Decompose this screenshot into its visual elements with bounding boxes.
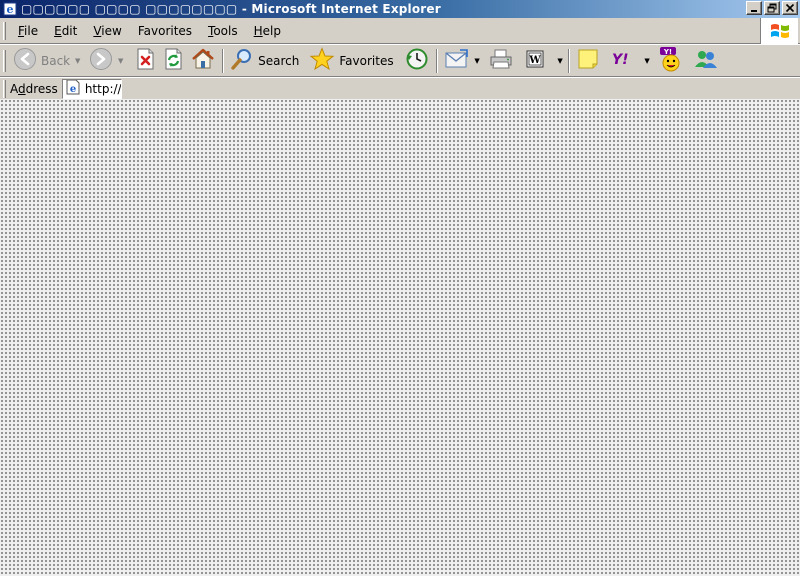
word-edit-icon: W	[523, 47, 547, 74]
menu-edit[interactable]: Edit	[46, 21, 85, 41]
menu-help[interactable]: Help	[246, 21, 289, 41]
svg-text:e: e	[70, 84, 76, 95]
title-bar[interactable]: e ▢▢▢▢▢▢ ▢▢▢▢ ▢▢▢▢▢▢▢▢ - Microsoft Inter…	[0, 0, 800, 18]
page-icon: e	[65, 79, 81, 98]
printer-icon	[488, 47, 514, 74]
stop-button[interactable]	[131, 47, 159, 75]
stop-icon	[134, 47, 156, 74]
restore-button[interactable]	[764, 1, 780, 15]
sticky-note-icon	[576, 47, 600, 74]
svg-text:Y!: Y!	[612, 52, 629, 68]
address-bar: Address e http://	[0, 77, 800, 99]
back-dropdown[interactable]: ▼	[73, 47, 82, 75]
windows-logo-icon	[760, 18, 798, 44]
search-label: Search	[258, 53, 300, 68]
address-grip[interactable]	[3, 80, 6, 98]
mail-dropdown[interactable]: ▼	[473, 47, 482, 75]
yahoo-messenger-icon: Y!	[658, 46, 684, 75]
toolbar-separator	[222, 48, 225, 73]
home-button[interactable]	[187, 47, 219, 75]
toolbar-separator	[567, 48, 570, 73]
menu-grip[interactable]	[3, 22, 6, 40]
mail-button[interactable]	[441, 47, 473, 75]
address-value: http://	[84, 81, 122, 96]
back-arrow-icon	[13, 47, 37, 74]
menu-bar: File Edit View Favorites Tools Help	[0, 18, 800, 44]
menu-favorites[interactable]: Favorites	[130, 21, 200, 41]
magnifier-icon	[230, 47, 254, 74]
history-icon	[404, 47, 430, 74]
favorites-button[interactable]: Favorites	[306, 47, 396, 75]
refresh-icon	[162, 47, 184, 74]
back-label: Back	[41, 53, 71, 68]
edit-button[interactable]: W	[520, 47, 550, 75]
address-label: Address	[10, 81, 58, 96]
edit-dropdown[interactable]: ▼	[556, 47, 565, 75]
note-button[interactable]	[573, 47, 603, 75]
history-button[interactable]	[401, 47, 433, 75]
print-button[interactable]	[485, 47, 517, 75]
yahoo-icon: Y!	[610, 47, 640, 74]
yahoo-button[interactable]: Y!	[607, 47, 643, 75]
back-button[interactable]: Back	[10, 47, 73, 75]
forward-dropdown[interactable]: ▼	[116, 47, 125, 75]
toolbar-separator	[435, 48, 438, 73]
yahoo-messenger-button[interactable]: Y!	[655, 47, 687, 75]
window-title: ▢▢▢▢▢▢ ▢▢▢▢ ▢▢▢▢▢▢▢▢ - Microsoft Interne…	[21, 2, 441, 16]
menu-view[interactable]: View	[85, 21, 129, 41]
menu-file[interactable]: File	[10, 21, 46, 41]
star-icon	[309, 47, 335, 74]
toolbar-grip[interactable]	[3, 50, 6, 72]
refresh-button[interactable]	[159, 47, 187, 75]
standard-toolbar: Back ▼ ▼ Search Favorites ▼ W ▼ Y! ▼ Y!	[0, 44, 800, 77]
menu-tools[interactable]: Tools	[200, 21, 246, 41]
svg-text:W: W	[528, 55, 541, 66]
address-input[interactable]: e http://	[61, 78, 122, 99]
search-button[interactable]: Search	[227, 47, 302, 75]
minimize-button[interactable]	[746, 1, 762, 15]
msn-messenger-button[interactable]	[690, 47, 722, 75]
page-content[interactable]	[0, 99, 800, 576]
forward-button[interactable]	[86, 47, 116, 75]
window-controls	[746, 1, 798, 15]
msn-messenger-icon	[693, 47, 719, 74]
yahoo-dropdown[interactable]: ▼	[643, 47, 652, 75]
mail-icon	[444, 47, 470, 74]
home-icon	[190, 47, 216, 74]
close-button[interactable]	[782, 1, 798, 15]
ie-icon[interactable]: e	[2, 1, 18, 17]
favorites-label: Favorites	[339, 53, 394, 68]
forward-arrow-icon	[89, 47, 113, 74]
svg-text:e: e	[7, 3, 14, 16]
